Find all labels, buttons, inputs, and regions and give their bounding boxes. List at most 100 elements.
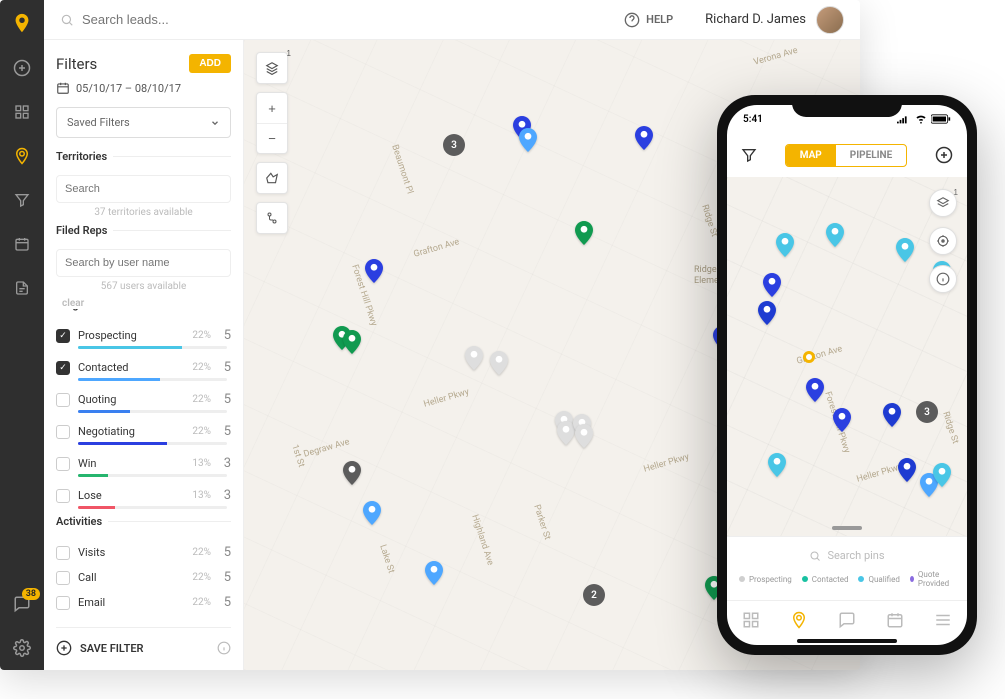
phone-tab-calendar[interactable] [886,611,904,629]
lasso-control[interactable] [256,162,288,194]
calendar-icon[interactable] [12,234,32,254]
gear-icon[interactable] [12,638,32,658]
territories-search[interactable] [56,175,231,203]
stage-checkbox[interactable] [56,489,70,503]
map-pin[interactable] [575,424,593,448]
phone-tab-grid[interactable] [742,611,760,629]
phone-tab-chat[interactable] [838,611,856,629]
stage-name: Negotiating [78,425,177,438]
saved-filters-select[interactable]: Saved Filters [56,107,231,138]
avatar [816,6,844,34]
chat-icon[interactable]: 38 [12,594,32,614]
phone-locate-icon[interactable] [929,227,957,255]
zoom-in-button[interactable]: + [257,93,287,123]
legend-item: Quote Provided [910,570,955,588]
stage-count: 5 [219,392,231,407]
phone-info-icon[interactable] [929,265,957,293]
lasso-icon[interactable] [257,163,287,193]
map-pin[interactable] [768,453,786,477]
activity-checkbox[interactable] [56,571,70,585]
map-pin[interactable] [635,126,653,150]
map-pin[interactable] [883,403,901,427]
map-pin[interactable] [833,408,851,432]
map-pin[interactable] [763,273,781,297]
phone-search[interactable]: Search pins [739,545,955,570]
phone-add-icon[interactable] [935,146,953,164]
map-pin[interactable] [758,301,776,325]
phone-legend: ProspectingContactedQualifiedQuote Provi… [739,570,955,594]
zoom-out-button[interactable]: − [257,123,287,153]
stage-checkbox[interactable]: ✓ [56,329,70,343]
phone-tab-map[interactable] [790,611,808,629]
phone-signal [897,114,951,124]
map-pin[interactable] [343,461,361,485]
map-cluster[interactable]: 3 [443,134,465,156]
stage-count: 3 [219,488,231,503]
map-pin[interactable] [933,463,951,487]
tab-pipeline[interactable]: PIPELINE [836,145,906,166]
layers-control[interactable]: 1 [256,52,288,84]
map-cluster[interactable]: 2 [583,584,605,606]
phone-filter-icon[interactable] [741,147,757,163]
info-icon[interactable] [217,641,231,655]
stages-clear[interactable]: clear [56,298,231,309]
map-pin[interactable] [343,330,361,354]
activity-name: Call [78,571,177,584]
reps-search[interactable] [56,249,231,277]
map-pin[interactable] [575,221,593,245]
activity-row: Email 22% 5 [56,590,231,615]
map-pin[interactable] [365,259,383,283]
funnel-icon[interactable] [12,190,32,210]
map-pin[interactable] [425,561,443,585]
stage-checkbox[interactable] [56,393,70,407]
phone-map[interactable]: Grafton AveHeller PkwyForest Hill PkwyRi… [727,177,967,536]
stage-name: Prospecting [78,329,177,342]
route-control[interactable] [256,202,288,234]
legend-item: Prospecting [739,570,792,588]
map-pin[interactable] [898,458,916,482]
help-icon [624,12,640,28]
add-icon[interactable] [12,58,32,78]
map-pin[interactable] [826,223,844,247]
help-label: HELP [646,13,673,26]
date-range[interactable]: 05/10/17 – 08/10/17 [56,81,231,95]
map-pin[interactable] [363,501,381,525]
map-pin[interactable] [465,346,483,370]
stage-checkbox[interactable] [56,425,70,439]
layers-icon[interactable]: 1 [257,53,287,83]
activities-label: Activities [56,515,108,528]
activity-checkbox[interactable] [56,546,70,560]
map-cluster[interactable]: 3 [916,401,938,423]
home-indicator [797,639,897,643]
search-icon [60,13,74,27]
grid-icon[interactable] [12,102,32,122]
map-pin[interactable] [519,128,537,152]
search-input[interactable] [82,12,282,27]
phone-layers-icon[interactable]: 1 [929,189,957,217]
map-pin[interactable] [806,378,824,402]
stage-checkbox[interactable]: ✓ [56,361,70,375]
map-pin[interactable] [896,238,914,262]
save-filter-button[interactable]: SAVE FILTER [56,627,231,656]
add-filter-button[interactable]: ADD [189,54,231,73]
stage-pct: 22% [185,394,211,405]
phone-tab-menu[interactable] [934,611,952,629]
file-icon[interactable] [12,278,32,298]
drag-handle[interactable] [832,526,862,530]
route-icon[interactable] [257,203,287,233]
tab-map[interactable]: MAP [786,145,836,166]
activity-checkbox[interactable] [56,596,70,610]
stage-checkbox[interactable] [56,457,70,471]
app-logo [11,12,33,34]
legend-item: Qualified [858,570,899,588]
help-button[interactable]: HELP [624,12,673,28]
map-pin[interactable] [776,233,794,257]
map-pin-icon[interactable] [12,146,32,166]
activity-name: Email [78,596,177,609]
map-pin[interactable] [490,351,508,375]
stage-count: 5 [219,328,231,343]
plus-circle-icon [56,640,72,656]
user-menu[interactable]: Richard D. James [705,6,844,34]
stage-row: Win 13% 3 [56,451,231,476]
stage-pct: 22% [185,426,211,437]
